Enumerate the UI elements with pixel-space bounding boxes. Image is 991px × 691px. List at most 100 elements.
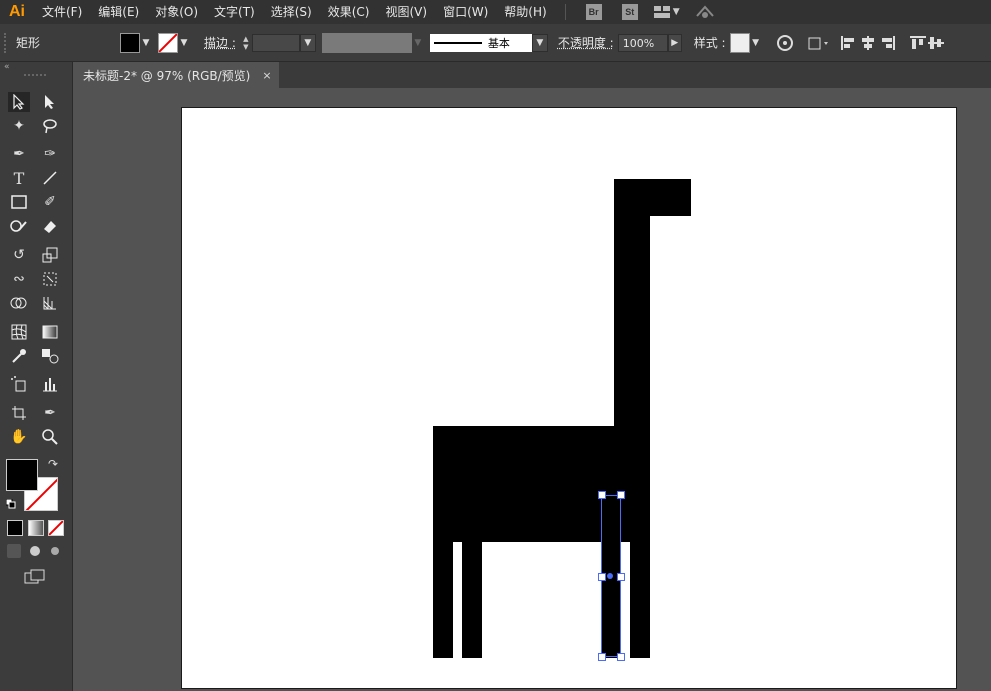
- opacity-label[interactable]: 不透明度 :: [558, 34, 614, 51]
- style-label: 样式 :: [693, 36, 726, 50]
- chevron-down-icon[interactable]: ▼: [299, 33, 316, 52]
- menu-view[interactable]: 视图(V): [377, 0, 435, 24]
- app-logo: Ai: [9, 3, 25, 20]
- swap-fill-stroke-icon[interactable]: ↷: [48, 457, 58, 471]
- stroke-swatch[interactable]: [158, 32, 178, 53]
- chevron-down-icon[interactable]: ▼: [140, 34, 152, 52]
- giraffe-leg-4[interactable]: [630, 528, 650, 658]
- rotate-tool-icon[interactable]: ↺: [8, 245, 30, 265]
- selection-tool-icon[interactable]: [8, 92, 30, 112]
- selection-handle[interactable]: [617, 653, 625, 661]
- stroke-weight-field[interactable]: [251, 33, 300, 52]
- menu-type[interactable]: 文字(T): [206, 0, 263, 24]
- menu-object[interactable]: 对象(O): [147, 0, 206, 24]
- align-center-icon[interactable]: [858, 34, 878, 52]
- draw-normal-icon[interactable]: [7, 544, 21, 558]
- document-tab-bar: 未标题-2* @ 97% (RGB/预览) ×: [73, 62, 991, 88]
- align-left-icon[interactable]: [838, 34, 858, 52]
- shaper-tool-icon[interactable]: [8, 216, 30, 236]
- fill-swatch[interactable]: [120, 32, 140, 53]
- pen-tool-icon[interactable]: ✒: [8, 144, 30, 164]
- eraser-icon[interactable]: [39, 216, 61, 236]
- none-mode-icon[interactable]: [48, 520, 64, 536]
- panel-grip[interactable]: [24, 74, 46, 79]
- bridge-button[interactable]: Br: [585, 4, 602, 20]
- symbol-sprayer-icon[interactable]: [8, 374, 30, 394]
- brush-definition[interactable]: 基本: [429, 33, 532, 52]
- type-tool-icon[interactable]: T: [8, 168, 30, 188]
- menu-bar: Ai 文件(F) 编辑(E) 对象(O) 文字(T) 选择(S) 效果(C) 视…: [0, 0, 991, 24]
- stroke-weight-stepper[interactable]: ▲ ▼: [240, 34, 252, 52]
- selection-handle[interactable]: [617, 491, 625, 499]
- center-point: [607, 573, 613, 579]
- transform-reference-icon[interactable]: [806, 34, 832, 52]
- document-tab-title: 未标题-2* @ 97% (RGB/预览): [83, 68, 251, 83]
- chevron-down-icon[interactable]: ▼: [750, 34, 762, 52]
- gradient-mode-icon[interactable]: [28, 520, 44, 536]
- direct-selection-tool-icon[interactable]: [39, 92, 61, 112]
- menu-help[interactable]: 帮助(H): [496, 0, 554, 24]
- chevron-right-icon[interactable]: ▶: [667, 33, 682, 52]
- lasso-icon[interactable]: [39, 116, 61, 136]
- selection-handle[interactable]: [598, 573, 606, 581]
- artboard[interactable]: [181, 107, 957, 689]
- control-bar: 矩形 ▼ ▼ 描边 : ▲ ▼ ▼ ▼ 基本 ▼ 不透明度 : 100% ▶ 样式…: [0, 24, 991, 62]
- rectangle-tool-icon[interactable]: [8, 192, 30, 212]
- menu-separator: [564, 4, 566, 20]
- chevron-down-icon[interactable]: ▼: [531, 33, 548, 52]
- align-top-icon[interactable]: [908, 34, 928, 52]
- document-tab[interactable]: 未标题-2* @ 97% (RGB/预览) ×: [73, 62, 279, 88]
- shape-builder-icon[interactable]: [8, 293, 30, 313]
- magic-wand-icon[interactable]: ✦: [8, 116, 30, 136]
- panel-grip[interactable]: [4, 32, 12, 53]
- variable-width-profile[interactable]: [321, 32, 412, 53]
- selection-handle[interactable]: [598, 491, 606, 499]
- recolor-artwork-icon[interactable]: [776, 34, 794, 52]
- selection-handle[interactable]: [617, 573, 625, 581]
- fill-color-box[interactable]: [6, 459, 38, 491]
- screen-mode-icon[interactable]: [24, 569, 46, 585]
- free-transform-icon[interactable]: [39, 269, 61, 289]
- warp-tool-icon[interactable]: ∾: [8, 269, 30, 289]
- align-right-icon[interactable]: [878, 34, 898, 52]
- mesh-tool-icon[interactable]: [8, 322, 30, 342]
- perspective-grid-icon[interactable]: [39, 293, 61, 313]
- gradient-tool-icon[interactable]: [39, 322, 61, 342]
- eyedropper-icon[interactable]: [8, 346, 30, 366]
- graph-tool-icon[interactable]: [39, 374, 61, 394]
- gpu-performance-icon[interactable]: [694, 4, 716, 20]
- giraffe-leg-1[interactable]: [433, 528, 453, 658]
- zoom-tool-icon[interactable]: [39, 427, 61, 447]
- slice-tool-icon[interactable]: ✒: [39, 403, 61, 423]
- default-fill-stroke-icon[interactable]: [5, 498, 16, 509]
- stock-button[interactable]: St: [621, 4, 638, 20]
- color-mode-icon[interactable]: [7, 520, 23, 536]
- align-vertical-center-icon[interactable]: [927, 34, 944, 52]
- menu-select[interactable]: 选择(S): [263, 0, 320, 24]
- chevron-down-icon: ▼: [414, 37, 422, 48]
- line-tool-icon[interactable]: [39, 168, 61, 188]
- stroke-profile-label: 基本: [487, 36, 510, 50]
- opacity-field[interactable]: 100%: [617, 33, 668, 52]
- paintbrush-icon[interactable]: ✐: [39, 192, 61, 212]
- giraffe-leg-2[interactable]: [462, 528, 482, 658]
- close-icon[interactable]: ×: [262, 69, 271, 82]
- menu-file[interactable]: 文件(F): [34, 0, 90, 24]
- graphic-style-swatch[interactable]: [729, 32, 750, 53]
- selection-handle[interactable]: [598, 653, 606, 661]
- menu-edit[interactable]: 编辑(E): [90, 0, 147, 24]
- object-type-label: 矩形: [16, 36, 41, 50]
- hand-tool-icon[interactable]: ✋: [8, 427, 30, 447]
- artboard-tool-icon[interactable]: [8, 403, 30, 423]
- menu-window[interactable]: 窗口(W): [435, 0, 496, 24]
- blend-tool-icon[interactable]: [39, 346, 61, 366]
- draw-behind-icon[interactable]: [28, 544, 42, 558]
- stroke-label[interactable]: 描边 :: [204, 34, 236, 51]
- menu-effect[interactable]: 效果(C): [320, 0, 378, 24]
- curvature-tool-icon[interactable]: ✑: [39, 144, 61, 164]
- chevron-down-icon[interactable]: ▼: [178, 34, 190, 52]
- workspace-switcher-icon[interactable]: ▼: [653, 4, 684, 20]
- draw-inside-icon[interactable]: [48, 544, 62, 558]
- collapse-panel-icon[interactable]: «: [4, 62, 10, 72]
- scale-tool-icon[interactable]: [39, 245, 61, 265]
